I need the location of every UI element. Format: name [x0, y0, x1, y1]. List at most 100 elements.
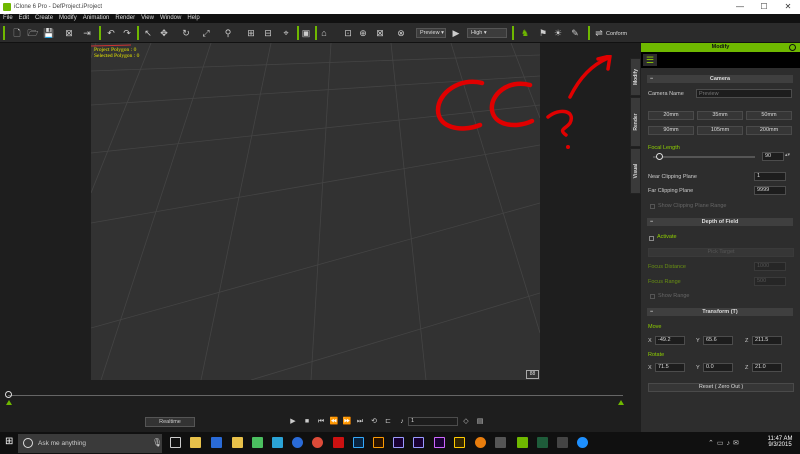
camera-section-header[interactable]: − Camera — [647, 75, 793, 83]
panel-close-icon[interactable] — [789, 44, 796, 51]
timeline-panel-icon[interactable]: ▤ — [474, 416, 486, 428]
app-icon-green[interactable] — [252, 437, 263, 448]
align-icon[interactable]: ⊞ — [245, 27, 257, 39]
minimize-button[interactable]: — — [728, 0, 752, 14]
stop-icon[interactable]: ■ — [301, 416, 313, 428]
premiere-icon[interactable] — [393, 437, 404, 448]
app-icon-red[interactable] — [333, 437, 344, 448]
folder-icon[interactable] — [232, 437, 243, 448]
near-clipping-input[interactable]: 1 — [754, 172, 786, 181]
store-icon[interactable] — [211, 437, 222, 448]
file-explorer-icon[interactable] — [190, 437, 201, 448]
dof-activate-checkbox[interactable] — [649, 236, 654, 241]
system-clock[interactable]: 11:47 AM 9/3/2015 — [765, 436, 795, 448]
menu-render[interactable]: Render — [112, 14, 138, 21]
menu-file[interactable]: File — [0, 14, 16, 21]
new-project-icon[interactable]: 🗋 — [11, 27, 23, 39]
after-effects-icon[interactable] — [413, 437, 424, 448]
move-z-input[interactable]: 211.5 — [752, 336, 782, 345]
select-icon[interactable]: ↖ — [142, 27, 154, 39]
focus-range-input[interactable]: 500 — [754, 277, 786, 286]
camera-view-icon[interactable]: ⊠ — [374, 27, 386, 39]
timeline-bar[interactable] — [0, 388, 630, 408]
blender-icon[interactable] — [475, 437, 486, 448]
rotate-z-input[interactable]: 21.0 — [752, 363, 782, 372]
focal-length-slider-thumb[interactable] — [656, 153, 664, 160]
conform-icon[interactable]: ⇌ — [593, 27, 605, 39]
reset-zero-out-button[interactable]: Reset ( Zero Out ) — [648, 383, 794, 392]
lens-105mm-button[interactable]: 105mm — [697, 126, 743, 135]
keyframe-icon[interactable]: ◇ — [460, 416, 472, 428]
lens-35mm-button[interactable]: 35mm — [697, 111, 743, 120]
app-icon-dark[interactable] — [557, 437, 568, 448]
move-y-input[interactable]: 65.6 — [703, 336, 733, 345]
maximize-button[interactable]: ☐ — [752, 0, 776, 14]
show-clip-checkbox[interactable] — [650, 204, 655, 209]
rewind-icon[interactable]: ⏪ — [328, 416, 340, 428]
attach-icon[interactable]: ⌖ — [280, 27, 292, 39]
light-icon[interactable]: ☀ — [552, 27, 564, 39]
pick-target-button[interactable]: Pick Target — [648, 248, 794, 257]
exit-icon[interactable]: ⇥ — [81, 27, 93, 39]
fit-icon[interactable]: ⊡ — [342, 27, 354, 39]
conform-button[interactable]: Conform — [606, 31, 627, 37]
adobe-app-icon[interactable] — [434, 437, 445, 448]
move-icon[interactable]: ✥ — [158, 27, 170, 39]
dof-section-header[interactable]: − Depth of Field — [647, 218, 793, 226]
save-project-icon[interactable]: 💾 — [43, 27, 55, 39]
frame-input[interactable]: 1 — [408, 417, 458, 426]
open-project-icon[interactable]: 🗁 — [27, 27, 39, 39]
tab-render[interactable]: Render — [630, 97, 641, 147]
rotate-y-input[interactable]: 0.0 — [703, 363, 733, 372]
adobe-app-icon-yellow[interactable] — [454, 437, 465, 448]
redo-icon[interactable]: ↷ — [121, 27, 133, 39]
edge-icon[interactable] — [577, 437, 588, 448]
menu-window[interactable]: Window — [157, 14, 184, 21]
video-camera-icon[interactable]: ▶ — [450, 27, 462, 39]
snap-icon[interactable]: ⊟ — [262, 27, 274, 39]
end-marker-icon[interactable] — [618, 400, 624, 405]
lens-90mm-button[interactable]: 90mm — [648, 126, 694, 135]
app-icon-blue[interactable] — [272, 437, 283, 448]
show-range-checkbox[interactable] — [650, 294, 655, 299]
previous-frame-icon[interactable]: ⏮ — [315, 416, 327, 428]
sliders-icon[interactable]: ☰ — [643, 54, 657, 66]
photoshop-icon[interactable] — [353, 437, 364, 448]
character-icon[interactable]: ♞ — [519, 27, 531, 39]
tab-modify[interactable]: Modify — [630, 58, 641, 96]
menu-view[interactable]: View — [138, 14, 157, 21]
move-x-input[interactable]: -49.2 — [655, 336, 685, 345]
lens-20mm-button[interactable]: 20mm — [648, 111, 694, 120]
music-note-icon[interactable]: ♪ — [396, 416, 408, 428]
menu-create[interactable]: Create — [32, 14, 56, 21]
scale-icon[interactable]: ⤢ — [200, 27, 212, 39]
timeline-playhead[interactable] — [5, 391, 12, 398]
cortana-search-box[interactable]: Ask me anything — [18, 434, 162, 453]
loop-icon[interactable]: ⟲ — [368, 416, 380, 428]
next-frame-icon[interactable]: ⏭ — [354, 416, 366, 428]
preview-dropdown[interactable]: Preview ▾ — [416, 28, 446, 38]
far-clipping-input[interactable]: 9999 — [754, 186, 786, 195]
illustrator-icon[interactable] — [373, 437, 384, 448]
windows-start-icon[interactable]: ⊞ — [5, 437, 15, 447]
system-tray-icons[interactable]: ⌃▭♪✉ — [708, 439, 742, 447]
flag-icon[interactable]: ⚑ — [537, 27, 549, 39]
menu-animation[interactable]: Animation — [80, 14, 113, 21]
export-icon[interactable]: ⊠ — [63, 27, 75, 39]
viewport-layout-icon[interactable]: ▣ — [300, 27, 312, 39]
pipette-icon[interactable]: ✎ — [569, 27, 581, 39]
pick-parent-icon[interactable]: ⚲ — [222, 27, 234, 39]
focal-length-slider-track[interactable] — [653, 156, 755, 158]
app-icon-dark-green[interactable] — [537, 437, 548, 448]
rotate-icon[interactable]: ↻ — [180, 27, 192, 39]
task-view-icon[interactable] — [170, 437, 181, 448]
menu-modify[interactable]: Modify — [56, 14, 80, 21]
perspective-icon[interactable]: ⊗ — [395, 27, 407, 39]
play-icon[interactable]: ▶ — [287, 416, 299, 428]
quality-dropdown[interactable]: High ▾ — [467, 28, 507, 38]
microphone-icon[interactable]: 🎙 — [152, 438, 162, 447]
close-button[interactable]: ✕ — [776, 0, 800, 14]
transform-section-header[interactable]: − Transform (T) — [647, 308, 793, 316]
zoom-icon[interactable]: ⊕ — [357, 27, 369, 39]
app-icon-circle[interactable] — [292, 437, 303, 448]
